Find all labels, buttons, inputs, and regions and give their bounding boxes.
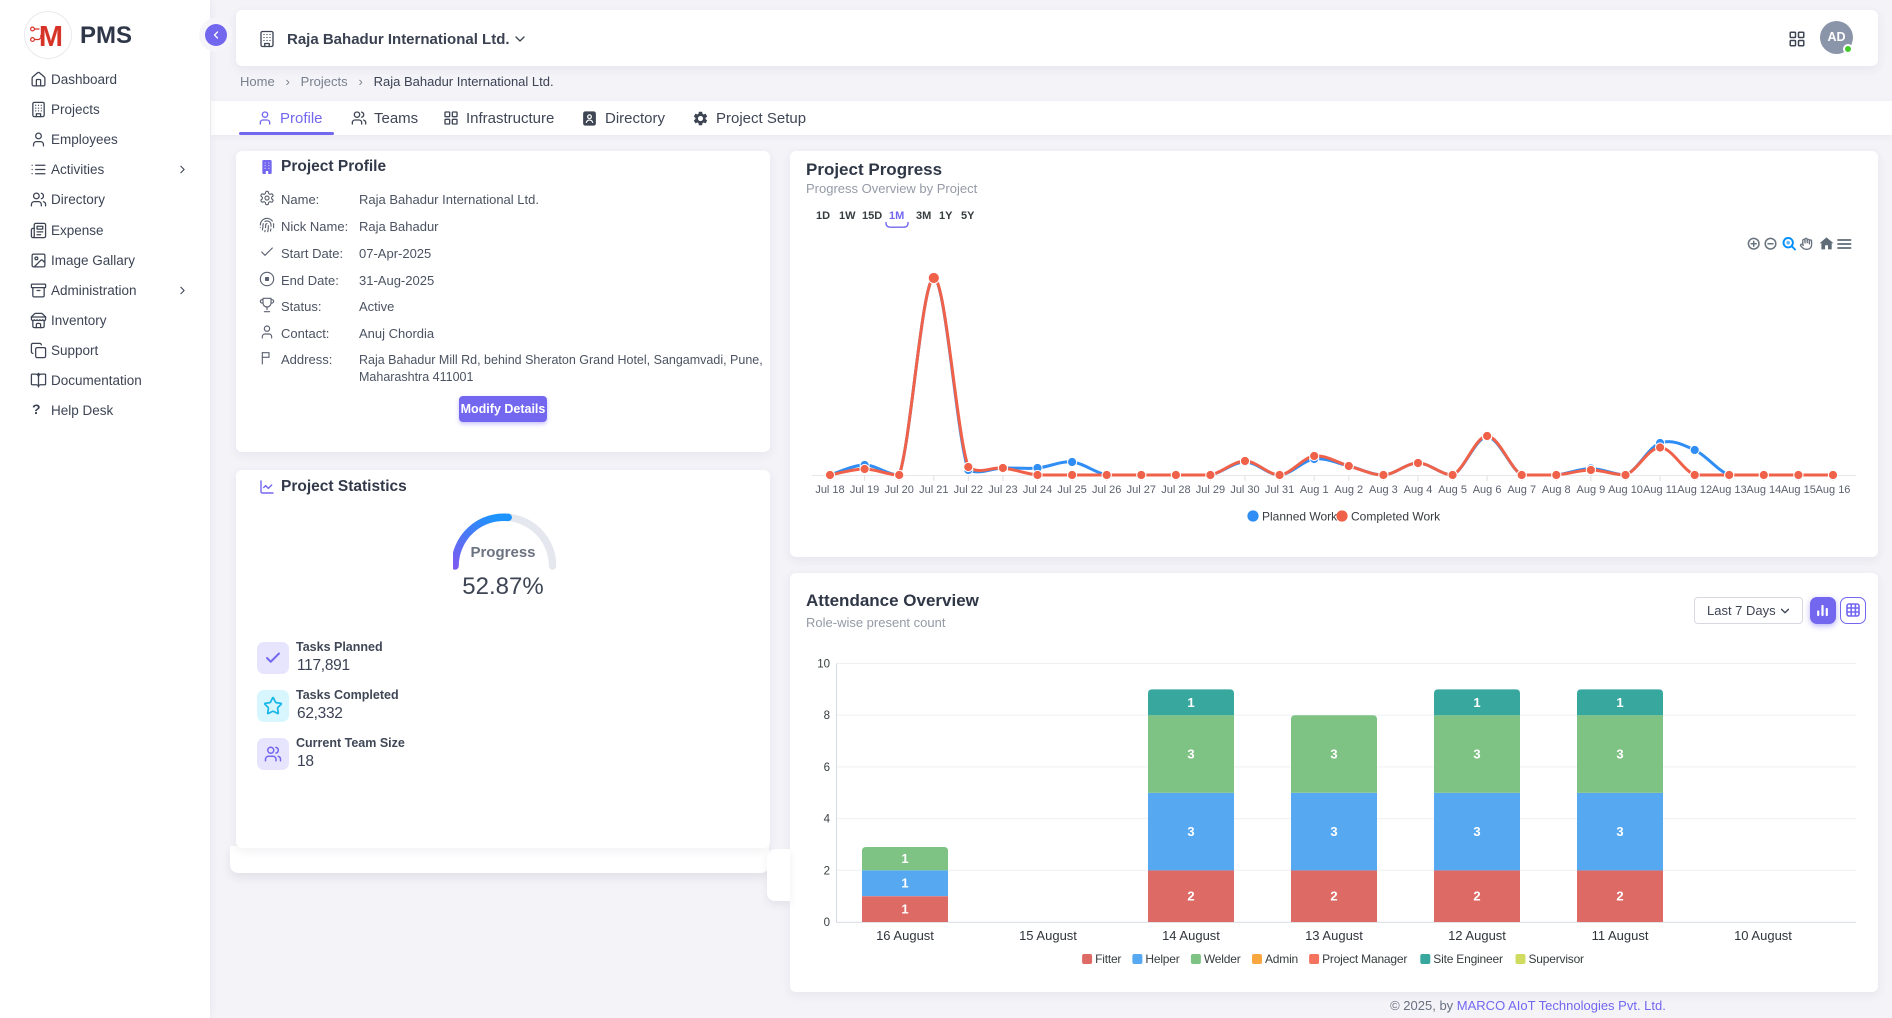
svg-text:Aug 13: Aug 13 — [1712, 484, 1747, 496]
svg-text:Jul 21: Jul 21 — [919, 484, 948, 496]
svg-text:8: 8 — [824, 710, 830, 722]
svg-text:Completed Work: Completed Work — [1351, 510, 1441, 524]
svg-text:Jul 27: Jul 27 — [1127, 484, 1156, 496]
svg-text:1: 1 — [901, 876, 908, 891]
svg-text:Helper: Helper — [1145, 952, 1179, 966]
svg-text:Jul 22: Jul 22 — [954, 484, 983, 496]
svg-text:3: 3 — [1330, 824, 1337, 839]
svg-text:Welder: Welder — [1204, 952, 1241, 966]
svg-text:Aug 1: Aug 1 — [1300, 484, 1329, 496]
svg-text:Planned Work: Planned Work — [1262, 510, 1338, 524]
svg-text:3: 3 — [1473, 747, 1480, 762]
svg-text:10: 10 — [817, 659, 830, 671]
svg-text:Aug 16: Aug 16 — [1816, 484, 1851, 496]
svg-text:Jul 29: Jul 29 — [1196, 484, 1225, 496]
svg-text:3: 3 — [1330, 747, 1337, 762]
svg-text:Supervisor: Supervisor — [1529, 952, 1585, 966]
svg-text:Aug 2: Aug 2 — [1334, 484, 1363, 496]
svg-text:12 August: 12 August — [1448, 928, 1506, 943]
svg-text:3: 3 — [1187, 747, 1194, 762]
svg-text:10 August: 10 August — [1734, 928, 1792, 943]
svg-text:2: 2 — [824, 865, 830, 877]
svg-text:3: 3 — [1616, 747, 1623, 762]
svg-text:0: 0 — [824, 917, 830, 929]
svg-text:2: 2 — [1616, 889, 1623, 904]
svg-text:3: 3 — [1187, 824, 1194, 839]
svg-text:4: 4 — [824, 814, 831, 826]
svg-text:Jul 23: Jul 23 — [988, 484, 1017, 496]
svg-text:Aug 6: Aug 6 — [1473, 484, 1502, 496]
svg-text:Aug 15: Aug 15 — [1781, 484, 1816, 496]
svg-text:3: 3 — [1616, 824, 1623, 839]
svg-text:6: 6 — [824, 762, 830, 774]
svg-text:Aug 10: Aug 10 — [1608, 484, 1643, 496]
svg-text:Project Manager: Project Manager — [1322, 952, 1407, 966]
svg-text:Jul 18: Jul 18 — [815, 484, 844, 496]
svg-text:14 August: 14 August — [1162, 928, 1220, 943]
svg-text:M: M — [39, 21, 63, 53]
svg-text:Aug 4: Aug 4 — [1404, 484, 1433, 496]
svg-text:Jul 20: Jul 20 — [885, 484, 914, 496]
svg-text:3: 3 — [1473, 824, 1480, 839]
svg-text:Aug 3: Aug 3 — [1369, 484, 1398, 496]
svg-text:1: 1 — [1473, 695, 1480, 710]
svg-text:16 August: 16 August — [876, 928, 934, 943]
svg-text:Jul 25: Jul 25 — [1057, 484, 1086, 496]
svg-text:2: 2 — [1330, 889, 1337, 904]
svg-text:Jul 31: Jul 31 — [1265, 484, 1294, 496]
svg-text:2: 2 — [1187, 889, 1194, 904]
svg-text:Jul 24: Jul 24 — [1023, 484, 1052, 496]
svg-text:2: 2 — [1473, 889, 1480, 904]
svg-text:1: 1 — [1187, 695, 1194, 710]
svg-text:Aug 5: Aug 5 — [1438, 484, 1467, 496]
svg-text:Jul 28: Jul 28 — [1161, 484, 1190, 496]
svg-text:Admin: Admin — [1265, 952, 1298, 966]
svg-text:Aug 8: Aug 8 — [1542, 484, 1571, 496]
svg-text:1: 1 — [1616, 695, 1623, 710]
svg-text:15 August: 15 August — [1019, 928, 1077, 943]
svg-text:Jul 26: Jul 26 — [1092, 484, 1121, 496]
svg-text:Aug 11: Aug 11 — [1643, 484, 1677, 496]
svg-text:Jul 19: Jul 19 — [850, 484, 879, 496]
svg-text:Site Engineer: Site Engineer — [1433, 952, 1503, 966]
svg-text:13 August: 13 August — [1305, 928, 1363, 943]
svg-text:1: 1 — [901, 851, 908, 866]
svg-text:Jul 30: Jul 30 — [1230, 484, 1259, 496]
svg-text:1: 1 — [901, 902, 908, 917]
svg-text:11 August: 11 August — [1592, 928, 1649, 943]
svg-text:Aug 7: Aug 7 — [1507, 484, 1536, 496]
svg-text:Aug 9: Aug 9 — [1577, 484, 1606, 496]
svg-text:Fitter: Fitter — [1095, 952, 1121, 966]
svg-text:Aug 14: Aug 14 — [1746, 484, 1781, 496]
svg-text:Aug 12: Aug 12 — [1677, 484, 1712, 496]
